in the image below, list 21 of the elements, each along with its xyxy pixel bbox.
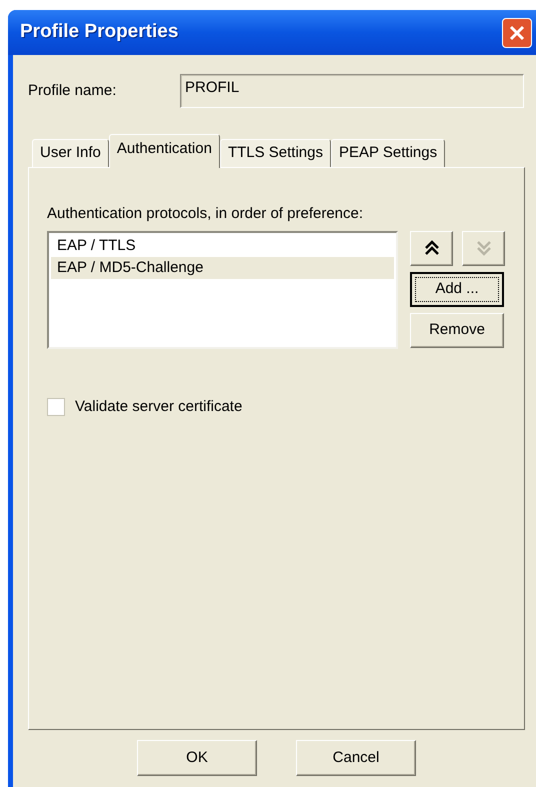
list-action-button[interactable]: Add ... — [410, 272, 504, 306]
tab[interactable]: Authentication — [108, 134, 220, 168]
profile-name-field[interactable]: PROFIL — [180, 74, 524, 108]
move-up-button[interactable] — [410, 230, 453, 266]
tab[interactable]: TTLS Settings — [220, 139, 331, 167]
dialog-button[interactable]: Cancel — [296, 740, 416, 776]
tab[interactable]: User Info — [32, 139, 109, 167]
list-action-button[interactable]: Remove — [410, 312, 504, 348]
double-chevron-down-icon — [476, 240, 492, 256]
dialog-button[interactable]: OK — [137, 740, 257, 776]
close-button[interactable] — [502, 18, 532, 48]
close-icon — [509, 24, 525, 40]
field-label: Profile name: — [28, 80, 118, 101]
list-label: Authentication protocols, in order of preference: — [47, 204, 364, 224]
list-item[interactable]: EAP / MD5-Challenge — [51, 256, 394, 278]
checkbox-label: Validate server certificate — [75, 396, 242, 416]
checkbox[interactable] — [47, 398, 65, 416]
double-chevron-up-icon — [424, 240, 440, 256]
window-title: Profile Properties — [20, 20, 178, 44]
tab[interactable]: PEAP Settings — [330, 139, 446, 167]
list-item[interactable]: EAP / TTLS — [51, 234, 394, 256]
